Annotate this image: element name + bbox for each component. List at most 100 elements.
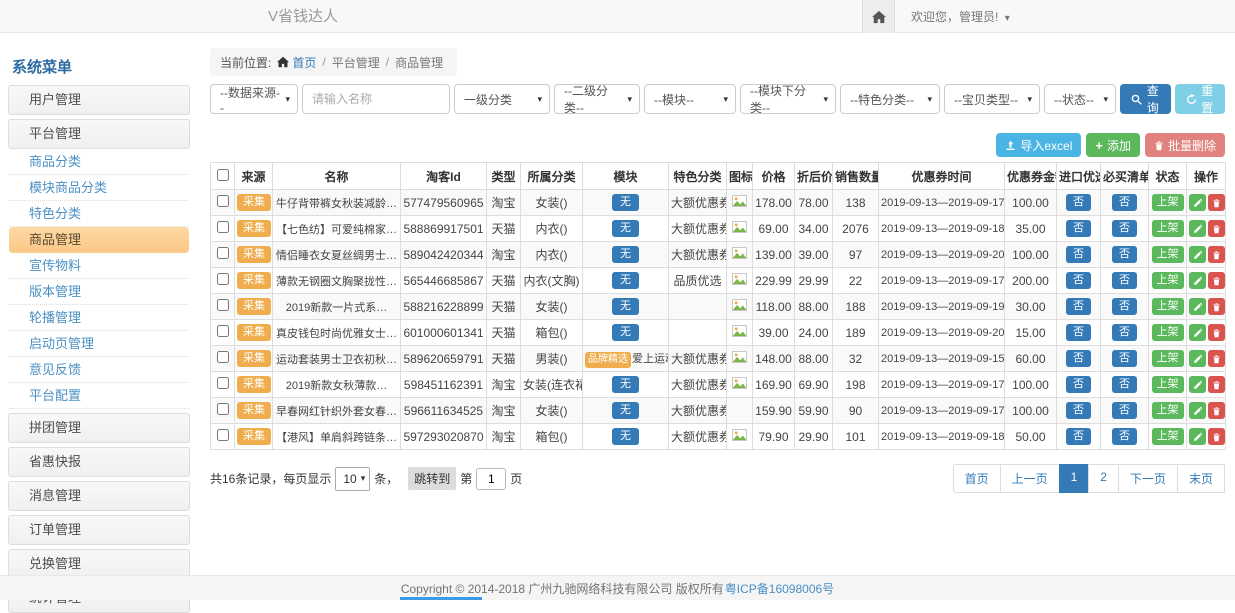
edit-button[interactable] bbox=[1189, 194, 1206, 211]
status-toggle[interactable]: 上架 bbox=[1152, 272, 1184, 289]
status-toggle[interactable]: 上架 bbox=[1152, 220, 1184, 237]
delete-button[interactable] bbox=[1208, 194, 1225, 211]
edit-button[interactable] bbox=[1189, 428, 1206, 445]
edit-button[interactable] bbox=[1189, 350, 1206, 367]
edit-button[interactable] bbox=[1189, 246, 1206, 263]
name-search-input[interactable] bbox=[302, 84, 450, 114]
reset-button[interactable]: 重置 bbox=[1175, 84, 1226, 114]
sidebar-item[interactable]: 特色分类 bbox=[9, 201, 189, 227]
edit-button[interactable] bbox=[1189, 402, 1206, 419]
row-checkbox[interactable] bbox=[217, 325, 229, 337]
delete-button[interactable] bbox=[1208, 220, 1225, 237]
select-all-checkbox[interactable] bbox=[217, 169, 229, 181]
filter-cat2-select[interactable]: --二级分类--▾ bbox=[554, 84, 640, 114]
must-buy-toggle[interactable]: 否 bbox=[1112, 428, 1137, 445]
filter-module-select[interactable]: --模块--▾ bbox=[644, 84, 736, 114]
jump-button[interactable]: 跳转到 bbox=[408, 467, 456, 490]
import-pick-toggle[interactable]: 否 bbox=[1066, 246, 1091, 263]
home-button[interactable] bbox=[862, 0, 895, 33]
filter-status-select[interactable]: --状态--▾ bbox=[1044, 84, 1116, 114]
must-buy-toggle[interactable]: 否 bbox=[1112, 272, 1137, 289]
row-checkbox[interactable] bbox=[217, 299, 229, 311]
sidebar-item[interactable]: 轮播管理 bbox=[9, 305, 189, 331]
status-toggle[interactable]: 上架 bbox=[1152, 246, 1184, 263]
filter-source-select[interactable]: --数据来源--▾ bbox=[210, 84, 298, 114]
row-checkbox[interactable] bbox=[217, 377, 229, 389]
sidebar-item[interactable]: 启动页管理 bbox=[9, 331, 189, 357]
must-buy-toggle[interactable]: 否 bbox=[1112, 194, 1137, 211]
sidebar-item[interactable]: 模块商品分类 bbox=[9, 175, 189, 201]
pager-item[interactable]: 首页 bbox=[953, 464, 1001, 493]
delete-button[interactable] bbox=[1208, 324, 1225, 341]
row-checkbox[interactable] bbox=[217, 403, 229, 415]
import-pick-toggle[interactable]: 否 bbox=[1066, 402, 1091, 419]
sidebar-item[interactable]: 省惠快报 bbox=[8, 447, 190, 477]
status-toggle[interactable]: 上架 bbox=[1152, 298, 1184, 315]
filter-item-type-select[interactable]: --宝贝类型--▾ bbox=[944, 84, 1040, 114]
sidebar-item[interactable]: 平台管理 bbox=[8, 119, 190, 149]
batch-delete-button[interactable]: 批量删除 bbox=[1145, 133, 1225, 157]
pager-item[interactable]: 1 bbox=[1059, 464, 1090, 493]
must-buy-toggle[interactable]: 否 bbox=[1112, 246, 1137, 263]
delete-button[interactable] bbox=[1208, 350, 1225, 367]
sidebar-item[interactable]: 平台配置 bbox=[9, 383, 189, 409]
row-checkbox[interactable] bbox=[217, 247, 229, 259]
edit-button[interactable] bbox=[1189, 324, 1206, 341]
import-pick-toggle[interactable]: 否 bbox=[1066, 376, 1091, 393]
must-buy-toggle[interactable]: 否 bbox=[1112, 350, 1137, 367]
import-pick-toggle[interactable]: 否 bbox=[1066, 272, 1091, 289]
edit-button[interactable] bbox=[1189, 298, 1206, 315]
must-buy-toggle[interactable]: 否 bbox=[1112, 298, 1137, 315]
status-toggle[interactable]: 上架 bbox=[1152, 402, 1184, 419]
status-toggle[interactable]: 上架 bbox=[1152, 376, 1184, 393]
pager-item[interactable]: 2 bbox=[1088, 464, 1119, 493]
delete-button[interactable] bbox=[1208, 428, 1225, 445]
sidebar-item[interactable]: 意见反馈 bbox=[9, 357, 189, 383]
add-button[interactable]: + 添加 bbox=[1086, 133, 1140, 157]
import-excel-button[interactable]: 导入excel bbox=[996, 133, 1081, 157]
sidebar-item[interactable]: 订单管理 bbox=[8, 515, 190, 545]
delete-button[interactable] bbox=[1208, 246, 1225, 263]
pager-item[interactable]: 上一页 bbox=[1000, 464, 1060, 493]
status-toggle[interactable]: 上架 bbox=[1152, 324, 1184, 341]
breadcrumb-home-link[interactable]: 首页 bbox=[277, 54, 316, 71]
icp-link[interactable]: 粤ICP备16098006号 bbox=[725, 580, 834, 597]
sidebar-item[interactable]: 拼团管理 bbox=[8, 413, 190, 443]
must-buy-toggle[interactable]: 否 bbox=[1112, 402, 1137, 419]
delete-button[interactable] bbox=[1208, 376, 1225, 393]
sidebar-item[interactable]: 宣传物料 bbox=[9, 253, 189, 279]
must-buy-toggle[interactable]: 否 bbox=[1112, 376, 1137, 393]
import-pick-toggle[interactable]: 否 bbox=[1066, 298, 1091, 315]
status-toggle[interactable]: 上架 bbox=[1152, 194, 1184, 211]
sidebar-item[interactable]: 版本管理 bbox=[9, 279, 189, 305]
per-page-select[interactable]: 10▾ bbox=[335, 467, 370, 491]
row-checkbox[interactable] bbox=[217, 195, 229, 207]
edit-button[interactable] bbox=[1189, 272, 1206, 289]
import-pick-toggle[interactable]: 否 bbox=[1066, 428, 1091, 445]
import-pick-toggle[interactable]: 否 bbox=[1066, 324, 1091, 341]
row-checkbox[interactable] bbox=[217, 429, 229, 441]
edit-button[interactable] bbox=[1189, 220, 1206, 237]
jump-page-input[interactable] bbox=[476, 468, 506, 490]
sidebar-item[interactable]: 用户管理 bbox=[8, 85, 190, 115]
pager-item[interactable]: 末页 bbox=[1177, 464, 1225, 493]
must-buy-toggle[interactable]: 否 bbox=[1112, 324, 1137, 341]
row-checkbox[interactable] bbox=[217, 351, 229, 363]
import-pick-toggle[interactable]: 否 bbox=[1066, 350, 1091, 367]
row-checkbox[interactable] bbox=[217, 273, 229, 285]
import-pick-toggle[interactable]: 否 bbox=[1066, 194, 1091, 211]
delete-button[interactable] bbox=[1208, 298, 1225, 315]
status-toggle[interactable]: 上架 bbox=[1152, 350, 1184, 367]
filter-feature-select[interactable]: --特色分类--▾ bbox=[840, 84, 940, 114]
status-toggle[interactable]: 上架 bbox=[1152, 428, 1184, 445]
user-menu[interactable]: 欢迎您，管理员! ▾ bbox=[911, 8, 1010, 25]
filter-module-sub-select[interactable]: --模块下分类--▾ bbox=[740, 84, 836, 114]
row-checkbox[interactable] bbox=[217, 221, 229, 233]
import-pick-toggle[interactable]: 否 bbox=[1066, 220, 1091, 237]
pager-item[interactable]: 下一页 bbox=[1118, 464, 1178, 493]
query-button[interactable]: 查询 bbox=[1120, 84, 1171, 114]
sidebar-item[interactable]: 商品分类 bbox=[9, 149, 189, 175]
sidebar-item[interactable]: 消息管理 bbox=[8, 481, 190, 511]
sidebar-item[interactable]: 商品管理 bbox=[9, 227, 189, 253]
edit-button[interactable] bbox=[1189, 376, 1206, 393]
